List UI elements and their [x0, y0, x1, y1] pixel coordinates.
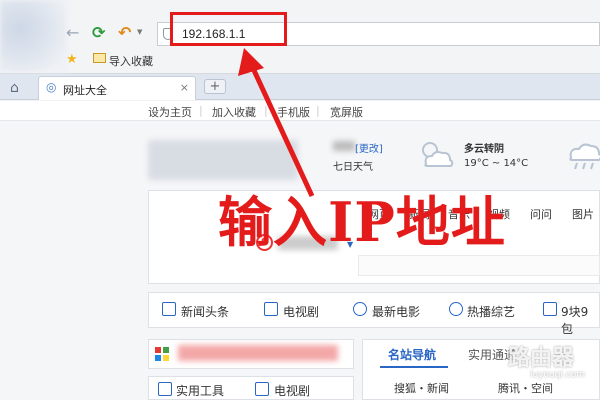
tab-close-icon[interactable]: × — [180, 81, 189, 94]
add-favorite-link[interactable]: 加入收藏 — [212, 104, 256, 120]
browser-toolbar: ← ⟳ ↶ ▼ 192.168.1.1 ★ 导入收藏 — [0, 0, 600, 74]
divider: | — [264, 104, 268, 117]
home-icon[interactable]: ⌂ — [10, 80, 19, 96]
watermark-logo: 路由器 — [508, 346, 575, 371]
instruction-text: 输入IP地址 — [218, 190, 506, 254]
new-tab-button[interactable]: + — [204, 79, 226, 94]
active-tab-indicator — [380, 366, 448, 368]
back-icon[interactable]: ← — [66, 24, 79, 42]
change-city-link[interactable]: [更改] — [355, 140, 383, 155]
site-logo — [148, 140, 298, 180]
film-icon — [353, 302, 367, 316]
tv-icon — [264, 302, 278, 316]
pinwheel-icon — [155, 347, 169, 361]
folder-icon — [93, 53, 106, 63]
import-favorites-link[interactable]: 导入收藏 — [109, 53, 153, 69]
tv-link[interactable]: 电视剧 — [274, 382, 310, 399]
gift-icon — [543, 302, 557, 316]
tab-active[interactable]: ◎ 网址大全 × — [38, 76, 196, 100]
search-tab-image[interactable]: 图片 — [572, 206, 594, 222]
tab-bar: ⌂ ◎ 网址大全 × + — [0, 74, 600, 100]
variety-icon — [449, 302, 463, 316]
search-input[interactable] — [358, 255, 600, 276]
category-variety[interactable]: 热播综艺 — [467, 303, 515, 320]
site-link-tencent[interactable]: 腾讯・空间 — [498, 380, 553, 396]
promo-banner[interactable] — [178, 345, 338, 361]
news-icon — [162, 302, 176, 316]
tools-link[interactable]: 实用工具 — [176, 382, 224, 399]
browser-logo — [0, 0, 68, 72]
category-deals[interactable]: 9块9包 — [561, 303, 600, 337]
week-weather-link[interactable]: 七日天气 — [333, 158, 373, 173]
divider: | — [199, 104, 203, 117]
divider: | — [316, 104, 320, 117]
undo-icon[interactable]: ↶ — [118, 24, 131, 42]
watermark-url: luyouqi.com — [530, 370, 586, 380]
temperature-range: 19°C ~ 14°C — [464, 158, 529, 169]
tab-site-navigation[interactable]: 名站导航 — [388, 346, 436, 363]
globe-icon: ◎ — [46, 80, 57, 94]
category-tv[interactable]: 电视剧 — [283, 303, 319, 320]
star-icon[interactable]: ★ — [66, 52, 78, 67]
category-news[interactable]: 新闻头条 — [181, 303, 229, 320]
site-link-sohu[interactable]: 搜狐・新闻 — [394, 380, 449, 396]
refresh-icon[interactable]: ⟳ — [92, 24, 105, 42]
tools-icon — [158, 382, 172, 396]
cloud-sun-icon — [422, 142, 454, 167]
tab-title: 网址大全 — [63, 84, 107, 97]
weather-condition: 多云转阴 — [464, 144, 504, 155]
address-highlight-box — [170, 12, 287, 46]
city-name — [333, 141, 355, 151]
top-nav: 设为主页 | 加入收藏 | 手机版 | 宽屏版 — [0, 101, 600, 121]
set-home-link[interactable]: 设为主页 — [148, 104, 192, 120]
search-tab-ask[interactable]: 问问 — [530, 206, 552, 222]
rain-icon — [569, 143, 600, 170]
tv-icon — [255, 382, 269, 396]
mobile-link[interactable]: 手机版 — [277, 104, 310, 120]
widescreen-link[interactable]: 宽屏版 — [330, 104, 363, 120]
undo-dropdown-icon[interactable]: ▼ — [137, 28, 142, 36]
category-movies[interactable]: 最新电影 — [372, 303, 420, 320]
